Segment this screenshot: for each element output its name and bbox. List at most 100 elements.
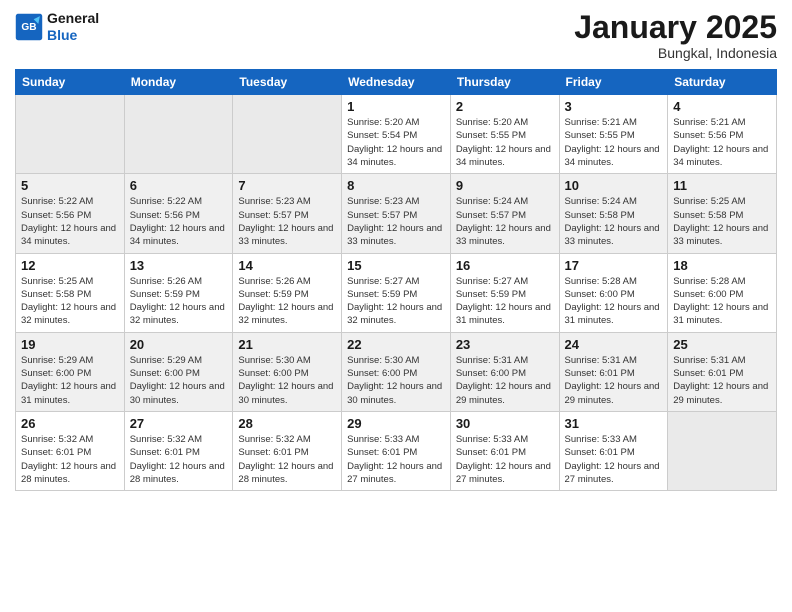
calendar-cell: 28 Sunrise: 5:32 AMSunset: 6:01 PMDayligh…	[233, 411, 342, 490]
calendar-cell: 3 Sunrise: 5:21 AMSunset: 5:55 PMDaylight…	[559, 95, 668, 174]
calendar-cell: 10Sunrise: 5:24 AMSunset: 5:58 PMDayligh…	[559, 174, 668, 253]
day-info: Sunrise: 5:33 AMSunset: 6:01 PMDaylight:…	[456, 433, 554, 486]
day-info: Sunrise: 5:32 AMSunset: 6:01 PMDaylight:…	[238, 433, 336, 486]
day-info: Sunrise: 5:29 AMSunset: 6:00 PMDaylight:…	[130, 354, 228, 407]
day-number: 22	[347, 337, 445, 352]
day-number: 20	[130, 337, 228, 352]
day-number: 12	[21, 258, 119, 273]
day-info: Sunrise: 5:28 AMSunset: 6:00 PMDaylight:…	[565, 275, 663, 328]
title-block: January 2025 Bungkal, Indonesia	[574, 10, 777, 61]
day-number: 5	[21, 178, 119, 193]
day-info: Sunrise: 5:33 AMSunset: 6:01 PMDaylight:…	[565, 433, 663, 486]
day-header-wednesday: Wednesday	[342, 70, 451, 95]
calendar-subtitle: Bungkal, Indonesia	[574, 45, 777, 61]
day-header-tuesday: Tuesday	[233, 70, 342, 95]
calendar-cell: 2 Sunrise: 5:20 AMSunset: 5:55 PMDaylight…	[450, 95, 559, 174]
logo-text: General Blue	[47, 10, 99, 44]
day-info: Sunrise: 5:30 AMSunset: 6:00 PMDaylight:…	[347, 354, 445, 407]
page-header: GB General Blue January 2025 Bungkal, In…	[15, 10, 777, 61]
day-info: Sunrise: 5:20 AMSunset: 5:54 PMDaylight:…	[347, 116, 445, 169]
day-number: 14	[238, 258, 336, 273]
day-header-saturday: Saturday	[668, 70, 777, 95]
day-number: 6	[130, 178, 228, 193]
day-number: 24	[565, 337, 663, 352]
day-info: Sunrise: 5:22 AMSunset: 5:56 PMDaylight:…	[21, 195, 119, 248]
logo: GB General Blue	[15, 10, 99, 44]
calendar-cell: 17 Sunrise: 5:28 AMSunset: 6:00 PMDayligh…	[559, 253, 668, 332]
day-info: Sunrise: 5:21 AMSunset: 5:55 PMDaylight:…	[565, 116, 663, 169]
calendar-cell: 14Sunrise: 5:26 AMSunset: 5:59 PMDayligh…	[233, 253, 342, 332]
calendar-cell: 23Sunrise: 5:31 AMSunset: 6:00 PMDayligh…	[450, 332, 559, 411]
calendar-cell	[16, 95, 125, 174]
calendar-cell: 5 Sunrise: 5:22 AMSunset: 5:56 PMDaylight…	[16, 174, 125, 253]
calendar-cell: 31 Sunrise: 5:33 AMSunset: 6:01 PMDayligh…	[559, 411, 668, 490]
day-info: Sunrise: 5:31 AMSunset: 6:00 PMDaylight:…	[456, 354, 554, 407]
day-info: Sunrise: 5:22 AMSunset: 5:56 PMDaylight:…	[130, 195, 228, 248]
day-number: 25	[673, 337, 771, 352]
day-number: 17	[565, 258, 663, 273]
day-number: 27	[130, 416, 228, 431]
day-number: 26	[21, 416, 119, 431]
calendar-cell: 7 Sunrise: 5:23 AMSunset: 5:57 PMDaylight…	[233, 174, 342, 253]
calendar-cell: 6 Sunrise: 5:22 AMSunset: 5:56 PMDaylight…	[124, 174, 233, 253]
day-number: 29	[347, 416, 445, 431]
calendar-page: GB General Blue January 2025 Bungkal, In…	[0, 0, 792, 612]
day-number: 3	[565, 99, 663, 114]
day-number: 21	[238, 337, 336, 352]
day-info: Sunrise: 5:26 AMSunset: 5:59 PMDaylight:…	[130, 275, 228, 328]
day-header-monday: Monday	[124, 70, 233, 95]
day-info: Sunrise: 5:23 AMSunset: 5:57 PMDaylight:…	[238, 195, 336, 248]
calendar-cell: 4 Sunrise: 5:21 AMSunset: 5:56 PMDaylight…	[668, 95, 777, 174]
calendar-table: SundayMondayTuesdayWednesdayThursdayFrid…	[15, 69, 777, 491]
day-info: Sunrise: 5:24 AMSunset: 5:57 PMDaylight:…	[456, 195, 554, 248]
calendar-cell: 25 Sunrise: 5:31 AMSunset: 6:01 PMDayligh…	[668, 332, 777, 411]
day-number: 19	[21, 337, 119, 352]
calendar-cell	[233, 95, 342, 174]
calendar-cell: 16Sunrise: 5:27 AMSunset: 5:59 PMDayligh…	[450, 253, 559, 332]
day-number: 4	[673, 99, 771, 114]
day-info: Sunrise: 5:25 AMSunset: 5:58 PMDaylight:…	[21, 275, 119, 328]
day-header-thursday: Thursday	[450, 70, 559, 95]
day-info: Sunrise: 5:25 AMSunset: 5:58 PMDaylight:…	[673, 195, 771, 248]
day-number: 7	[238, 178, 336, 193]
calendar-week-4: 19 Sunrise: 5:29 AMSunset: 6:00 PMDayligh…	[16, 332, 777, 411]
day-number: 11	[673, 178, 771, 193]
day-number: 28	[238, 416, 336, 431]
calendar-cell	[124, 95, 233, 174]
calendar-cell: 24Sunrise: 5:31 AMSunset: 6:01 PMDayligh…	[559, 332, 668, 411]
day-header-sunday: Sunday	[16, 70, 125, 95]
calendar-cell: 8 Sunrise: 5:23 AMSunset: 5:57 PMDaylight…	[342, 174, 451, 253]
day-number: 2	[456, 99, 554, 114]
calendar-cell: 19Sunrise: 5:29 AMSunset: 6:00 PMDayligh…	[16, 332, 125, 411]
day-info: Sunrise: 5:32 AMSunset: 6:01 PMDaylight:…	[21, 433, 119, 486]
day-number: 13	[130, 258, 228, 273]
calendar-cell: 20 Sunrise: 5:29 AMSunset: 6:00 PMDayligh…	[124, 332, 233, 411]
header-row: SundayMondayTuesdayWednesdayThursdayFrid…	[16, 70, 777, 95]
day-number: 15	[347, 258, 445, 273]
day-info: Sunrise: 5:23 AMSunset: 5:57 PMDaylight:…	[347, 195, 445, 248]
calendar-cell: 27 Sunrise: 5:32 AMSunset: 6:01 PMDayligh…	[124, 411, 233, 490]
svg-text:GB: GB	[21, 22, 36, 33]
day-info: Sunrise: 5:24 AMSunset: 5:58 PMDaylight:…	[565, 195, 663, 248]
day-number: 31	[565, 416, 663, 431]
day-number: 1	[347, 99, 445, 114]
day-info: Sunrise: 5:28 AMSunset: 6:00 PMDaylight:…	[673, 275, 771, 328]
calendar-title: January 2025	[574, 10, 777, 45]
day-info: Sunrise: 5:27 AMSunset: 5:59 PMDaylight:…	[347, 275, 445, 328]
day-info: Sunrise: 5:20 AMSunset: 5:55 PMDaylight:…	[456, 116, 554, 169]
calendar-cell: 29Sunrise: 5:33 AMSunset: 6:01 PMDayligh…	[342, 411, 451, 490]
day-info: Sunrise: 5:30 AMSunset: 6:00 PMDaylight:…	[238, 354, 336, 407]
day-info: Sunrise: 5:32 AMSunset: 6:01 PMDaylight:…	[130, 433, 228, 486]
day-number: 8	[347, 178, 445, 193]
day-number: 18	[673, 258, 771, 273]
calendar-cell: 18 Sunrise: 5:28 AMSunset: 6:00 PMDayligh…	[668, 253, 777, 332]
day-info: Sunrise: 5:21 AMSunset: 5:56 PMDaylight:…	[673, 116, 771, 169]
calendar-cell: 13 Sunrise: 5:26 AMSunset: 5:59 PMDayligh…	[124, 253, 233, 332]
calendar-cell: 12 Sunrise: 5:25 AMSunset: 5:58 PMDayligh…	[16, 253, 125, 332]
calendar-cell: 1 Sunrise: 5:20 AMSunset: 5:54 PMDaylight…	[342, 95, 451, 174]
calendar-week-2: 5 Sunrise: 5:22 AMSunset: 5:56 PMDaylight…	[16, 174, 777, 253]
day-info: Sunrise: 5:31 AMSunset: 6:01 PMDaylight:…	[673, 354, 771, 407]
day-info: Sunrise: 5:27 AMSunset: 5:59 PMDaylight:…	[456, 275, 554, 328]
calendar-cell: 15 Sunrise: 5:27 AMSunset: 5:59 PMDayligh…	[342, 253, 451, 332]
calendar-week-3: 12 Sunrise: 5:25 AMSunset: 5:58 PMDayligh…	[16, 253, 777, 332]
